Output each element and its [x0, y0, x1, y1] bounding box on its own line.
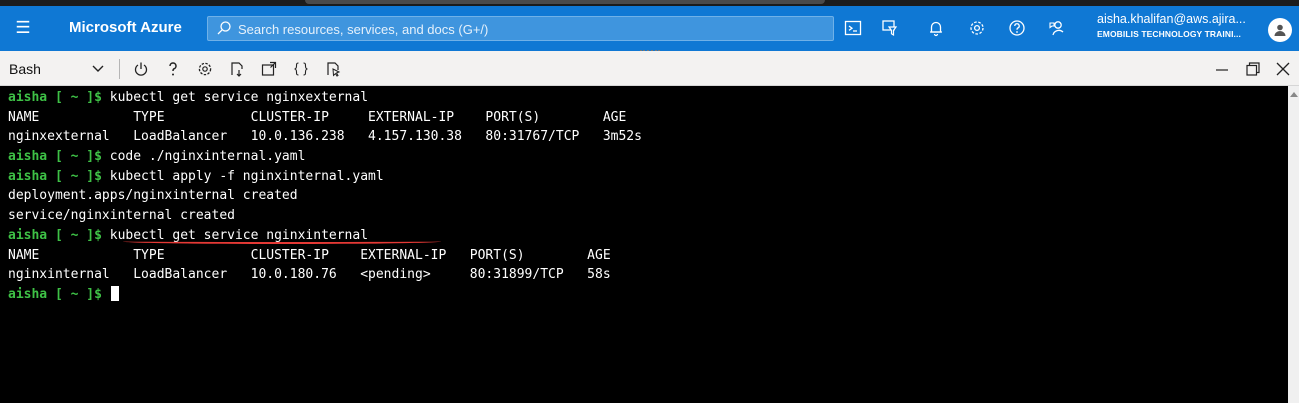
feedback-icon[interactable] — [1046, 17, 1068, 39]
open-new-session-icon[interactable] — [259, 59, 279, 79]
chevron-down-icon — [92, 65, 104, 72]
scroll-up-icon[interactable] — [1290, 92, 1298, 97]
settings-icon[interactable] — [195, 59, 215, 79]
output-text: NAME TYPE CLUSTER-IP EXTERNAL-IP PORT(S)… — [8, 109, 627, 125]
command-text: kubectl get service nginxexternal — [109, 90, 369, 105]
output-text: nginxinternal LoadBalancer 10.0.180.76 <… — [8, 267, 611, 283]
user-avatar-icon — [1274, 24, 1286, 36]
cloud-shell-icon[interactable] — [842, 17, 864, 39]
toolbar-divider — [119, 59, 120, 79]
notifications-bell-icon[interactable] — [925, 17, 947, 39]
output-text: nginxexternal LoadBalancer 10.0.136.238 … — [8, 129, 642, 145]
output-text: deployment.apps/nginxinternal created — [8, 188, 298, 204]
global-search[interactable] — [207, 16, 834, 41]
shell-type-select[interactable]: Bash — [9, 59, 109, 79]
terminal-line: aisha [ ~ ]$ code ./nginxinternal.yaml — [8, 147, 1288, 167]
shell-type-label: Bash — [9, 61, 41, 77]
output-text: service/nginxinternal created — [8, 208, 235, 224]
shell-prompt: aisha [ ~ ]$ — [8, 90, 110, 105]
terminal-line: aisha [ ~ ]$ kubectl apply -f nginxinter… — [8, 167, 1288, 187]
terminal-line: NAME TYPE CLUSTER-IP EXTERNAL-IP PORT(S)… — [8, 108, 1288, 128]
upload-download-icon[interactable] — [227, 59, 247, 79]
terminal-line: aisha [ ~ ]$ kubectl get service nginxin… — [8, 226, 1288, 246]
shell-prompt: aisha [ ~ ]$ — [8, 149, 110, 165]
terminal-line: deployment.apps/nginxinternal created — [8, 186, 1288, 206]
account-organization: EMOBILIS TECHNOLOGY TRAINI... — [1097, 29, 1241, 39]
avatar[interactable] — [1268, 18, 1292, 42]
terminal-line: NAME TYPE CLUSTER-IP EXTERNAL-IP PORT(S)… — [8, 246, 1288, 266]
terminal-line: nginxexternal LoadBalancer 10.0.136.238 … — [8, 127, 1288, 147]
terminal-line: service/nginxinternal created — [8, 206, 1288, 226]
terminal-line: nginxinternal LoadBalancer 10.0.180.76 <… — [8, 265, 1288, 285]
shell-prompt: aisha [ ~ ]$ — [8, 286, 110, 302]
directory-filter-icon[interactable] — [879, 17, 901, 39]
close-icon[interactable] — [1272, 59, 1294, 79]
maximize-icon[interactable] — [1242, 59, 1264, 79]
terminal-output[interactable]: aisha [ ~ ]$ kubectl get service nginxex… — [0, 86, 1288, 403]
terminal-scrollbar[interactable] — [1288, 86, 1299, 403]
search-input[interactable] — [236, 19, 820, 40]
minimize-icon[interactable] — [1211, 59, 1233, 79]
shell-prompt: aisha [ ~ ]$ — [8, 168, 110, 184]
shell-prompt: aisha [ ~ ]$ — [8, 227, 110, 243]
terminal-cursor — [110, 285, 119, 301]
command-text: code ./nginxinternal.yaml — [109, 149, 306, 165]
azure-portal-header: ☰ Microsoft Azure aisha.khalifan@aws.aji… — [0, 6, 1299, 51]
hamburger-menu-icon[interactable]: ☰ — [14, 18, 32, 38]
power-restart-icon[interactable] — [131, 59, 151, 79]
terminal-line: aisha [ ~ ]$ — [8, 285, 1288, 305]
brand-title[interactable]: Microsoft Azure — [69, 18, 182, 38]
web-preview-icon[interactable] — [323, 59, 343, 79]
account-email: aisha.khalifan@aws.ajira... — [1097, 12, 1246, 26]
cloud-shell-toolbar: Bash — [0, 51, 1299, 86]
settings-gear-icon[interactable] — [966, 17, 988, 39]
command-text: kubectl apply -f nginxinternal.yaml — [109, 168, 384, 184]
account-info[interactable]: aisha.khalifan@aws.ajira... EMOBILIS TEC… — [1097, 12, 1263, 41]
search-icon — [217, 21, 231, 35]
browser-tab-edge — [305, 0, 825, 4]
help-question-icon[interactable] — [1006, 17, 1028, 39]
terminal-line: aisha [ ~ ]$ kubectl get service nginxex… — [8, 88, 1288, 108]
help-icon[interactable] — [163, 59, 183, 79]
output-text: NAME TYPE CLUSTER-IP EXTERNAL-IP PORT(S)… — [8, 247, 611, 263]
editor-braces-icon[interactable] — [291, 59, 311, 79]
red-underline-annotation — [123, 239, 441, 244]
